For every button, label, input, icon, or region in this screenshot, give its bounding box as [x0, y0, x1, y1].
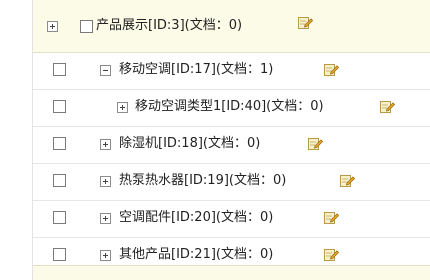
tree-row-root: 产品展示[ID:3](文档：0) [33, 0, 430, 53]
edit-pencil-icon[interactable] [323, 246, 339, 262]
edit-pencil-icon[interactable] [339, 172, 355, 188]
tree-row-20: 空调配件[ID:20](文档：0) [33, 201, 430, 238]
tree-row-18: 除湿机[ID:18](文档：0) [33, 127, 430, 164]
collapse-toggle-icon[interactable] [100, 65, 111, 76]
expand-toggle-icon[interactable] [100, 213, 111, 224]
tree-row-17: 移动空调[ID:17](文档：1) [33, 53, 430, 90]
category-tree: 产品展示[ID:3](文档：0) 移动空调[ID:17](文档：1) 移动空调类… [33, 0, 430, 280]
expand-toggle-icon[interactable] [100, 176, 111, 187]
tree-row-40: 移动空调类型1[ID:40](文档：0) [33, 90, 430, 127]
expand-toggle-icon[interactable] [100, 139, 111, 150]
category-label[interactable]: 热泵热水器[ID:19](文档：0) [119, 173, 286, 189]
left-gutter [0, 0, 33, 280]
category-tree-panel: 产品展示[ID:3](文档：0) 移动空调[ID:17](文档：1) 移动空调类… [0, 0, 430, 280]
row-checkbox[interactable] [53, 174, 66, 187]
row-checkbox[interactable] [53, 211, 66, 224]
category-label[interactable]: 移动空调[ID:17](文档：1) [119, 62, 273, 78]
edit-pencil-icon[interactable] [323, 61, 339, 77]
edit-pencil-icon[interactable] [323, 209, 339, 225]
row-checkbox[interactable] [53, 248, 66, 261]
row-checkbox[interactable] [53, 100, 66, 113]
expand-toggle-icon[interactable] [47, 21, 58, 32]
edit-pencil-icon[interactable] [297, 14, 313, 30]
row-checkbox[interactable] [53, 63, 66, 76]
edit-pencil-icon[interactable] [307, 135, 323, 151]
category-label[interactable]: 除湿机[ID:18](文档：0) [119, 136, 260, 152]
category-label[interactable]: 移动空调类型1[ID:40](文档：0) [135, 99, 324, 115]
row-checkbox[interactable] [80, 20, 93, 33]
expand-toggle-icon[interactable] [117, 102, 128, 113]
bottom-strip [33, 265, 430, 280]
category-label[interactable]: 产品展示[ID:3](文档：0) [96, 18, 242, 34]
category-label[interactable]: 空调配件[ID:20](文档：0) [119, 210, 273, 226]
expand-toggle-icon[interactable] [100, 250, 111, 261]
row-checkbox[interactable] [53, 137, 66, 150]
edit-pencil-icon[interactable] [379, 98, 395, 114]
category-label[interactable]: 其他产品[ID:21](文档：0) [119, 247, 273, 263]
tree-row-19: 热泵热水器[ID:19](文档：0) [33, 164, 430, 201]
